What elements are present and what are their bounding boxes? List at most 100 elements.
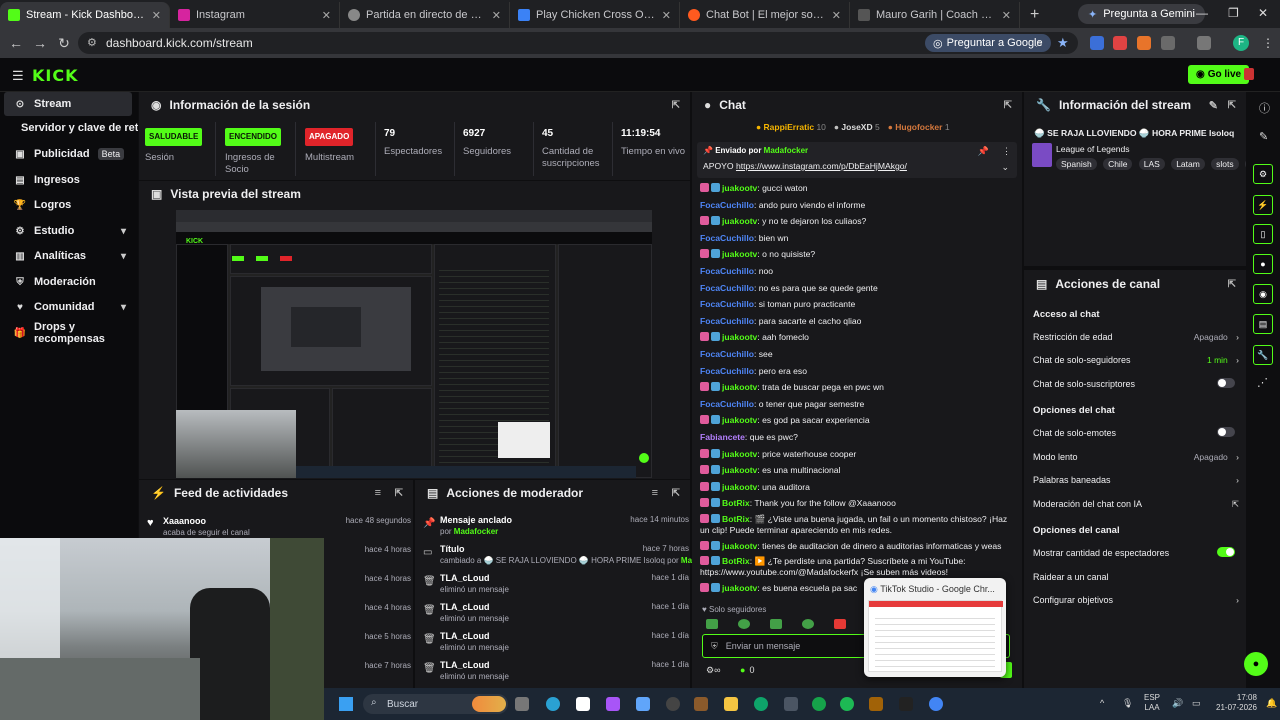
close-tab-icon[interactable]: ✕ — [832, 9, 841, 22]
copilot-icon[interactable] — [606, 697, 620, 711]
tag[interactable]: slots — [1211, 158, 1239, 170]
top-gifter[interactable]: ● RappiErratic 10 — [756, 122, 826, 132]
moderator-action-name[interactable]: TLA_cLoud — [440, 573, 490, 583]
chat-username[interactable]: juakootv — [722, 583, 757, 593]
chat-username[interactable]: juakootv — [722, 382, 757, 392]
profile-avatar[interactable]: F — [1233, 35, 1249, 51]
tradingview-icon[interactable] — [576, 697, 590, 711]
bookmark-star-icon[interactable]: ★ — [1057, 35, 1069, 51]
capcut-icon[interactable] — [899, 697, 913, 711]
slow-mode-row[interactable]: Modo lento Apagado › — [1033, 452, 1239, 462]
rail-settings-icon[interactable]: ⚙ — [1253, 164, 1273, 184]
chat-username[interactable]: FocaCuchillo — [700, 316, 754, 326]
more-menu-icon[interactable]: ⋮ — [1002, 146, 1011, 157]
reload-icon[interactable]: ↻ — [52, 35, 76, 52]
share-icon[interactable]: ⋰ — [1257, 376, 1268, 389]
chat-username[interactable]: juakootv — [722, 415, 757, 425]
close-tab-icon[interactable]: ✕ — [492, 9, 501, 22]
chat-username[interactable]: juakootv — [722, 482, 757, 492]
obs-icon[interactable] — [666, 697, 680, 711]
chat-username[interactable]: BotRix — [722, 514, 750, 524]
tag[interactable]: LAS — [1138, 158, 1165, 170]
back-icon[interactable]: ← — [4, 35, 28, 51]
subscribers-only-toggle[interactable] — [1217, 378, 1235, 388]
language-indicator[interactable]: ESP LAA — [1144, 693, 1160, 713]
sidebar-item-stream[interactable]: ⊙ Stream — [4, 92, 132, 116]
chat-username[interactable]: Fabiancete — [700, 432, 745, 442]
followers-only-row[interactable]: Chat de solo-seguidores 1 min › — [1033, 355, 1239, 365]
sidebar-item-moderation[interactable]: ⛨ Moderación — [4, 270, 132, 294]
chat-username[interactable]: juakootv — [722, 216, 757, 226]
popout-icon[interactable]: ⇱ — [672, 100, 680, 111]
puzzle-icon[interactable] — [1161, 36, 1175, 50]
close-tab-icon[interactable]: ✕ — [152, 9, 161, 22]
sidebar-item-server-key[interactable]: Servidor y clave de retransmisión — [4, 116, 138, 140]
go-live-button[interactable]: ◉ Go live — [1188, 65, 1250, 84]
popout-icon[interactable]: ⇱ — [1004, 100, 1012, 111]
ask-google-button[interactable]: ◎ Preguntar a Google — [925, 34, 1051, 52]
emote-only-toggle[interactable] — [1217, 427, 1235, 437]
tiktok-studio-thumbnail[interactable]: ◉ TikTok Studio - Google Chr... — [864, 578, 1006, 677]
chat-username[interactable]: FocaCuchillo — [700, 266, 754, 276]
show-viewers-toggle[interactable] — [1217, 547, 1235, 557]
hamburger-menu-icon[interactable]: ☰ — [12, 68, 24, 84]
category-name[interactable]: League of Legends — [1056, 144, 1130, 154]
emote-icon[interactable] — [706, 619, 718, 629]
spotify-icon[interactable] — [840, 697, 854, 711]
filter-icon[interactable]: ≡ — [652, 487, 658, 499]
extension-icon[interactable] — [1090, 36, 1104, 50]
telegram-icon[interactable] — [546, 697, 560, 711]
chat-username[interactable]: juakootv — [722, 449, 757, 459]
top-gifter[interactable]: ● Hugofocker 1 — [888, 122, 950, 132]
chat-username[interactable]: FocaCuchillo — [700, 233, 754, 243]
sidebar-item-studio[interactable]: ⚙ Estudio ▾ — [4, 219, 132, 243]
tray-chevron-icon[interactable]: ^ — [1100, 698, 1104, 708]
sidebar-item-achievements[interactable]: 🏆 Logros — [4, 193, 132, 217]
age-restriction-row[interactable]: Restricción de edad Apagado › — [1033, 332, 1239, 342]
new-tab-button[interactable]: + — [1020, 2, 1049, 28]
forward-icon[interactable]: → — [28, 35, 52, 51]
popout-icon[interactable]: ⇱ — [1228, 100, 1236, 111]
category-thumbnail[interactable] — [1032, 143, 1052, 167]
edit-icon[interactable]: ✎ — [1209, 99, 1218, 112]
tab-chat-bot[interactable]: Chat Bot | El mejor software pa ✕ — [680, 2, 850, 28]
rail-wrench-icon[interactable]: 🔧 — [1253, 345, 1273, 365]
chat-username[interactable]: juakootv — [722, 541, 757, 551]
chrome-icon[interactable] — [929, 697, 943, 711]
emote-icon[interactable] — [834, 619, 846, 629]
kick-logo[interactable]: KICK — [32, 66, 79, 85]
app-icon[interactable] — [784, 697, 798, 711]
rail-list-icon[interactable]: ▤ — [1253, 314, 1273, 334]
moderator-action-name[interactable]: TLA_cLoud — [440, 660, 490, 670]
sidebar-item-community[interactable]: ♥ Comunidad ▾ — [4, 295, 132, 319]
rail-lightning-icon[interactable]: ⚡ — [1253, 195, 1273, 215]
emote-icon[interactable] — [802, 619, 814, 629]
channel-points[interactable]: ● 0 — [740, 665, 754, 675]
tab-chicken-cross[interactable]: Play Chicken Cross Originals - R ✕ — [510, 2, 680, 28]
windows-start-icon[interactable] — [339, 697, 353, 711]
chat-username[interactable]: juakootv — [722, 183, 757, 193]
emote-icon[interactable] — [738, 619, 750, 629]
volume-icon[interactable]: 🔊 — [1172, 698, 1183, 709]
popout-icon[interactable]: ⇱ — [672, 488, 680, 499]
raid-row[interactable]: Raidear a un canal — [1033, 572, 1239, 582]
chat-username[interactable]: FocaCuchillo — [700, 299, 754, 309]
pinned-message[interactable]: 📌 Enviado por Madafocker APOYO https://w… — [697, 142, 1017, 178]
popout-icon[interactable]: ⇱ — [395, 488, 403, 499]
chat-username[interactable]: juakootv — [722, 249, 757, 259]
chevron-down-icon[interactable]: ⌄ — [1001, 162, 1009, 173]
notification-icon[interactable]: 🔔 — [1266, 698, 1277, 709]
chat-username[interactable]: FocaCuchillo — [700, 200, 754, 210]
tab-mauro-garih[interactable]: Mauro Garih | Coach Profesiona ✕ — [850, 2, 1020, 28]
banned-words-row[interactable]: Palabras baneadas › — [1033, 475, 1239, 485]
moderator-action-name[interactable]: TLA_cLoud — [440, 602, 490, 612]
rail-broadcast-icon[interactable]: ◉ — [1253, 284, 1273, 304]
app-icon[interactable] — [694, 697, 708, 711]
download-icon[interactable] — [1197, 36, 1211, 50]
chat-username[interactable]: FocaCuchillo — [700, 399, 754, 409]
chat-username[interactable]: FocaCuchillo — [700, 349, 754, 359]
edge-icon[interactable] — [754, 697, 768, 711]
unpin-icon[interactable]: 📌 — [978, 146, 989, 157]
extension-icon[interactable] — [1137, 36, 1151, 50]
user-avatar[interactable] — [1244, 68, 1254, 80]
